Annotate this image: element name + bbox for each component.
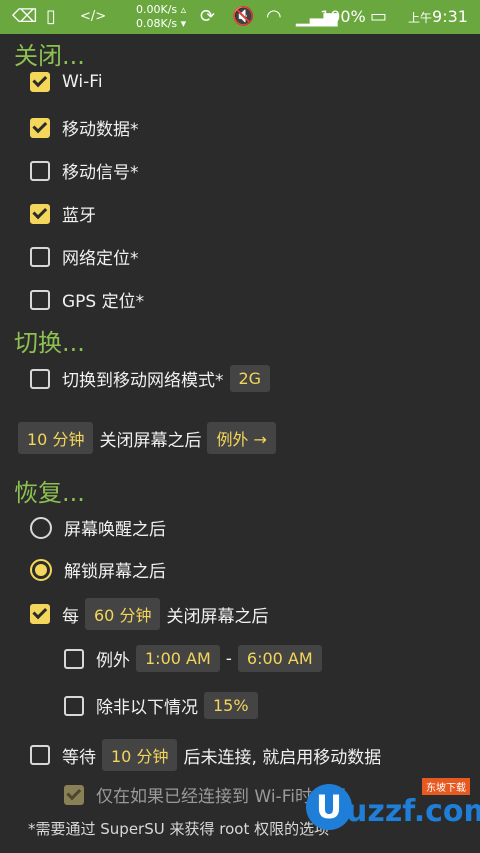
checkbox[interactable]: [30, 246, 50, 267]
checkbox[interactable]: [30, 368, 50, 389]
only-if-wifi-row[interactable]: 仅在如果已经连接到 Wi-Fi时关闭: [64, 782, 346, 807]
footnote: *需要通过 SuperSU 来获得 root 权限的选项: [28, 820, 330, 838]
section-restore-title: 恢复...: [14, 479, 85, 507]
wifi-icon: ◠: [266, 6, 282, 27]
close-item-mobile-data[interactable]: 移动数据*: [30, 115, 139, 140]
checkbox[interactable]: [30, 289, 50, 310]
checkbox[interactable]: [30, 160, 50, 181]
checkbox[interactable]: [64, 784, 84, 805]
except-time-row[interactable]: 例外 1:00 AM - 6:00 AM: [64, 645, 328, 672]
back-icon: ⌫: [12, 6, 38, 27]
section-switch-title: 切换...: [14, 329, 85, 357]
code-icon: </>: [80, 9, 107, 24]
close-item-gps[interactable]: GPS 定位*: [30, 287, 144, 312]
unless-row[interactable]: 除非以下情况 15%: [64, 692, 264, 719]
checkbox[interactable]: [30, 604, 50, 624]
checkbox[interactable]: [30, 745, 50, 765]
sync-icon: ⟳: [200, 6, 216, 27]
except-from-time[interactable]: 1:00 AM: [136, 645, 220, 672]
clock: 上午9:31: [408, 7, 468, 26]
radio-button[interactable]: [30, 516, 52, 539]
network-mode-value[interactable]: 2G: [229, 365, 271, 392]
checkbox[interactable]: [64, 648, 84, 669]
close-item-wifi[interactable]: Wi-Fi: [30, 72, 103, 92]
timer-duration[interactable]: 10 分钟: [18, 422, 94, 454]
radio-screen-wake[interactable]: 屏幕唤醒之后: [30, 515, 166, 540]
watermark-tag: 东坡下载: [422, 778, 470, 795]
checkbox[interactable]: [30, 117, 50, 138]
battery-icon: ▭: [370, 6, 388, 27]
checkbox[interactable]: [30, 203, 50, 224]
wait-duration[interactable]: 10 分钟: [102, 739, 178, 771]
restore-every-row[interactable]: 每 60 分钟 关闭屏幕之后: [30, 598, 268, 630]
radio-unlock-screen[interactable]: 解锁屏幕之后: [30, 557, 166, 582]
section-close-title: 关闭...: [14, 42, 85, 70]
except-to-time[interactable]: 6:00 AM: [237, 645, 322, 672]
watermark-text: uzzf.com: [346, 794, 480, 829]
close-item-mobile-signal[interactable]: 移动信号*: [30, 158, 139, 183]
timer-row: 10 分钟 关闭屏幕之后 例外 →: [18, 422, 282, 454]
radio-button[interactable]: [30, 558, 52, 581]
wait-row[interactable]: 等待 10 分钟 后未连接, 就启用移动数据: [30, 739, 381, 771]
switch-network-mode[interactable]: 切换到移动网络模式* 2G: [30, 365, 276, 392]
battery-level: 100%: [320, 7, 366, 26]
checkbox[interactable]: [64, 695, 84, 716]
network-speed: 0.00K/s ▵ 0.08K/s ▾: [136, 3, 187, 30]
close-item-bluetooth[interactable]: 蓝牙: [30, 201, 96, 226]
exception-button[interactable]: 例外 →: [207, 422, 276, 454]
mute-icon: 🔇: [232, 6, 255, 27]
checkbox[interactable]: [30, 72, 50, 92]
status-bar: ⌫ ▯ </> 0.00K/s ▵ 0.08K/s ▾ ⟳ 🔇 ◠ ▁▃▅ 10…: [0, 0, 480, 34]
close-item-network-location[interactable]: 网络定位*: [30, 244, 139, 269]
unless-value[interactable]: 15%: [204, 692, 258, 719]
every-duration[interactable]: 60 分钟: [85, 598, 161, 630]
device-icon: ▯: [46, 6, 56, 27]
watermark-logo: U uzzf.com 东坡下载: [306, 778, 480, 834]
